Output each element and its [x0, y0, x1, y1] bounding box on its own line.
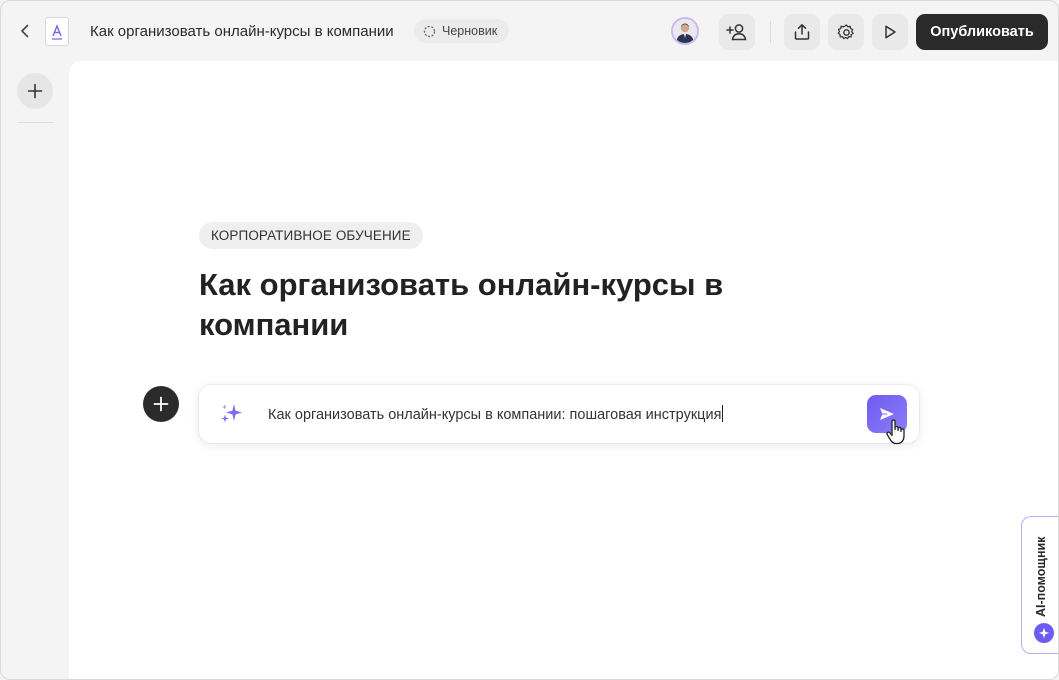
ai-assistant-label: AI-помощник — [1034, 536, 1048, 617]
hand-cursor-icon — [886, 419, 905, 445]
text-caret — [722, 405, 724, 422]
editor-canvas[interactable] — [69, 61, 1058, 679]
draft-circle-icon — [423, 25, 436, 37]
toolbar-divider — [770, 21, 771, 43]
insert-block-button[interactable] — [143, 386, 179, 422]
add-section-button[interactable] — [17, 73, 53, 109]
settings-button[interactable] — [828, 14, 864, 50]
sparkle-icon — [221, 404, 242, 423]
publish-button[interactable]: Опубликовать — [916, 14, 1048, 50]
chevron-left-icon — [21, 24, 29, 38]
add-user-icon — [726, 24, 747, 41]
back-button[interactable] — [15, 21, 35, 41]
ai-assistant-tab[interactable]: AI-помощник — [1021, 516, 1058, 654]
top-bar: Как организовать онлайн-курсы в компании… — [1, 1, 1058, 61]
plus-icon — [153, 396, 169, 412]
status-label: Черновик — [442, 24, 498, 38]
ai-prompt-input[interactable]: Как организовать онлайн-курсы в компании… — [268, 405, 724, 423]
category-tag[interactable]: КОРПОРАТИВНОЕ ОБУЧЕНИЕ — [199, 222, 423, 249]
ai-prompt-value: Как организовать онлайн-курсы в компании… — [268, 407, 722, 423]
page-title[interactable]: Как организовать онлайн-курсы в компании — [199, 265, 819, 345]
rail-divider — [17, 122, 53, 123]
upload-icon — [794, 24, 810, 40]
document-title[interactable]: Как организовать онлайн-курсы в компании — [90, 23, 394, 40]
status-badge[interactable]: Черновик — [414, 19, 510, 43]
preview-button[interactable] — [872, 14, 908, 50]
ai-prompt-box[interactable]: Как организовать онлайн-курсы в компании… — [199, 385, 919, 443]
ai-star-icon — [1034, 623, 1054, 643]
invite-button[interactable] — [719, 14, 755, 50]
play-icon — [885, 25, 896, 39]
editor-window: Как организовать онлайн-курсы в компании… — [0, 0, 1059, 680]
share-button[interactable] — [784, 14, 820, 50]
gear-icon — [837, 23, 854, 39]
plus-icon — [27, 83, 43, 99]
avatar[interactable] — [671, 17, 699, 45]
document-icon — [45, 17, 69, 46]
